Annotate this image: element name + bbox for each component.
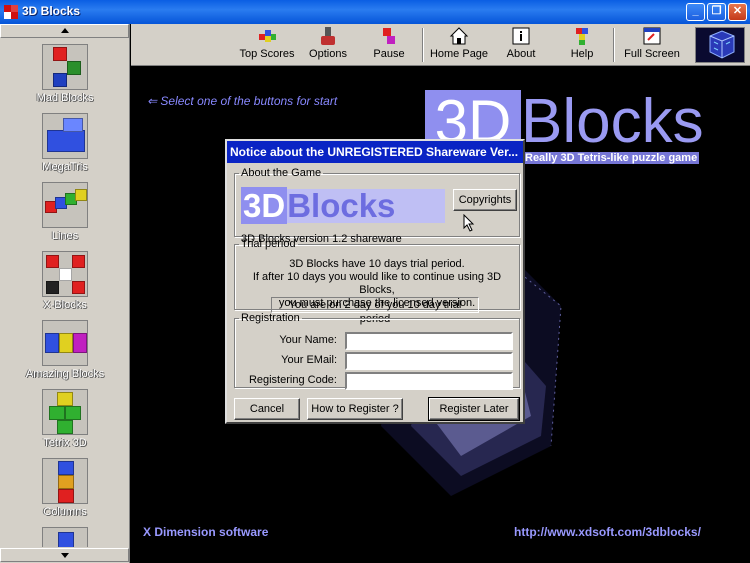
top-scores-button[interactable]: Top Scores [236, 26, 298, 64]
dialog-logo-3d: 3D [241, 187, 288, 224]
restore-icon[interactable]: ❐ [707, 3, 726, 21]
company-name: X Dimension software [143, 525, 269, 539]
website-url[interactable]: http://www.xdsoft.com/3dblocks/ [514, 525, 701, 539]
game-item-mad-blocks[interactable]: Mad Blocks [20, 44, 110, 112]
scroll-up-button[interactable] [0, 24, 129, 38]
info-icon [512, 27, 530, 45]
home-page-button[interactable]: Home Page [429, 26, 489, 64]
pause-button[interactable]: Pause [367, 26, 411, 64]
columns-icon [42, 458, 88, 504]
game-item-x-blocks[interactable]: X-Blocks [20, 251, 110, 319]
game-label: Columns [43, 506, 87, 518]
arrow-up-icon [61, 28, 69, 33]
partial-game-icon [42, 527, 88, 547]
help-button[interactable]: Help [563, 26, 601, 64]
toolbar-separator [613, 28, 615, 62]
game-label: Lines [51, 230, 79, 242]
arrow-left-icon: ⇐ [147, 94, 158, 108]
game-label: Tetrix 3D [43, 437, 87, 449]
trial-period-legend: Trial period [241, 238, 296, 250]
about-label: About [506, 48, 536, 60]
dialog-title: Notice about the UNREGISTERED Shareware … [227, 141, 523, 163]
email-label: Your EMail: [281, 354, 337, 366]
scroll-down-button[interactable] [0, 548, 129, 562]
game-item-amazing-blocks[interactable]: Amazing Blocks [20, 320, 110, 388]
app-icon [4, 5, 18, 19]
game-label: X-Blocks [43, 299, 87, 311]
game-label: Amazing Blocks [25, 368, 105, 380]
cancel-button[interactable]: Cancel [234, 398, 300, 420]
help-label: Help [570, 48, 594, 60]
name-label: Your Name: [279, 334, 337, 346]
window-title: 3D Blocks [22, 4, 81, 18]
trial-line-2: If after 10 days you would like to conti… [252, 271, 502, 296]
x-blocks-icon [42, 251, 88, 297]
trial-line-1: 3D Blocks have 10 days trial period. [289, 258, 465, 270]
megatris-icon [42, 113, 88, 159]
game-label: Mad Blocks [36, 92, 94, 104]
registration-legend: Registration [241, 312, 300, 324]
name-field[interactable] [345, 332, 513, 350]
about-game-group: About the Game 3DBlocks Copyrights 3D Bl… [234, 167, 520, 245]
options-label: Options [309, 48, 347, 60]
home-page-label: Home Page [429, 48, 489, 60]
registering-code-field[interactable] [345, 372, 513, 390]
cube-logo-icon [709, 30, 735, 59]
mad-blocks-icon [42, 44, 88, 90]
lines-icon [42, 182, 88, 228]
full-screen-button[interactable]: Full Screen [623, 26, 681, 64]
title-bar: 3D Blocks _ ❐ ✕ [0, 0, 750, 24]
game-label: MegaTris [42, 161, 88, 173]
trial-period-group: Trial period 3D Blocks have 10 days tria… [234, 238, 520, 325]
home-icon [449, 27, 469, 45]
dialog-logo-blocks: Blocks [287, 187, 396, 224]
tetrix-3d-icon [42, 389, 88, 435]
dialog-logo: 3DBlocks [241, 187, 445, 224]
email-field[interactable] [345, 352, 513, 370]
how-to-register-button[interactable]: How to Register ? [307, 398, 403, 420]
start-hint: ⇐ Select one of the buttons for start [147, 94, 337, 108]
options-button[interactable]: Options [304, 26, 352, 64]
full-screen-label: Full Screen [624, 48, 680, 60]
game-item-partial[interactable] [20, 527, 110, 547]
game-list-sidebar: Mad Blocks MegaTris Lines X-Blocks Amazi… [0, 24, 130, 563]
game-item-tetrix-3d[interactable]: Tetrix 3D [20, 389, 110, 457]
tagline: Really 3D Tetris-like puzzle game [523, 152, 700, 164]
register-later-button[interactable]: Register Later [429, 398, 519, 420]
game-item-lines[interactable]: Lines [20, 182, 110, 250]
logo-blocks: Blocks [521, 87, 704, 156]
full-screen-icon [643, 27, 661, 45]
game-item-megatris[interactable]: MegaTris [20, 113, 110, 181]
about-game-legend: About the Game [241, 167, 322, 179]
help-icon [576, 28, 588, 45]
copyrights-button[interactable]: Copyrights [453, 189, 517, 211]
amazing-blocks-icon [42, 320, 88, 366]
registration-group: Registration Your Name: Your EMail: Regi… [234, 312, 520, 390]
mouse-cursor-icon [463, 214, 475, 232]
trial-status-box: You are on 2 day of you 10 day trial per… [271, 297, 479, 325]
top-scores-icon [259, 30, 276, 42]
registering-code-label: Registering Code: [248, 374, 337, 386]
start-hint-text: Select one of the buttons for start [160, 94, 338, 108]
game-item-columns[interactable]: Columns [20, 458, 110, 526]
unregistered-notice-dialog: Notice about the UNREGISTERED Shareware … [225, 139, 525, 424]
minimize-icon[interactable]: _ [686, 3, 705, 21]
close-icon[interactable]: ✕ [728, 3, 747, 21]
cube-logo [695, 27, 745, 63]
toolbar-separator [422, 28, 424, 62]
pause-icon [383, 28, 395, 44]
top-scores-label: Top Scores [239, 48, 295, 60]
options-icon [321, 27, 335, 45]
about-button[interactable]: About [501, 26, 541, 64]
toolbar: Top Scores Options Pause Home Page About… [131, 24, 750, 66]
arrow-down-icon [61, 553, 69, 558]
pause-label: Pause [373, 48, 405, 60]
